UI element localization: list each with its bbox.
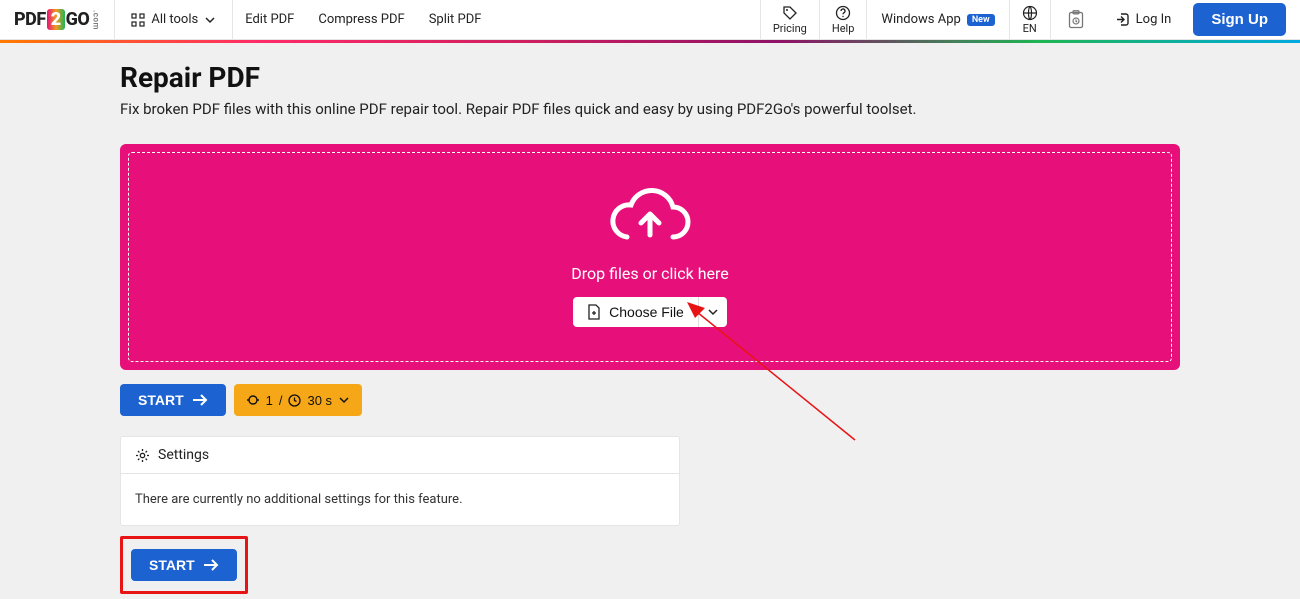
login-label: Log In bbox=[1136, 12, 1172, 27]
lang-label: EN bbox=[1023, 22, 1037, 35]
settings-label: Settings bbox=[158, 447, 209, 463]
nav-split-pdf[interactable]: Split PDF bbox=[417, 0, 494, 39]
timer-sep: / bbox=[279, 393, 283, 408]
all-tools-menu[interactable]: All tools bbox=[115, 0, 233, 39]
nav-language[interactable]: EN bbox=[1009, 0, 1050, 39]
start-button-top[interactable]: START bbox=[120, 384, 226, 416]
page-title: Repair PDF bbox=[120, 61, 1180, 94]
clipboard-icon bbox=[1067, 10, 1085, 30]
badge-new: New bbox=[967, 14, 995, 26]
login-icon bbox=[1115, 12, 1130, 27]
settings-panel: Settings There are currently no addition… bbox=[120, 436, 680, 526]
chevron-down-icon bbox=[338, 394, 350, 406]
tag-icon bbox=[782, 5, 798, 21]
nav-clipboard[interactable] bbox=[1050, 0, 1101, 39]
cloud-upload-icon bbox=[605, 187, 695, 252]
dropzone-text: Drop files or click here bbox=[571, 264, 729, 283]
loop-icon bbox=[246, 394, 260, 406]
help-label: Help bbox=[832, 22, 855, 35]
start-label: START bbox=[138, 392, 184, 408]
timer-count: 1 bbox=[266, 393, 273, 408]
chevron-down-icon bbox=[707, 306, 719, 318]
page-subtitle: Fix broken PDF files with this online PD… bbox=[120, 100, 1180, 118]
timer-value: 30 s bbox=[307, 393, 332, 408]
timer-button[interactable]: 1 / 30 s bbox=[234, 384, 362, 416]
logo-pdf: PDF bbox=[14, 9, 46, 30]
start-button-bottom[interactable]: START bbox=[131, 549, 237, 581]
start-label: START bbox=[149, 557, 195, 573]
choose-file-dropdown[interactable] bbox=[698, 297, 727, 327]
dropzone[interactable]: Drop files or click here Choose File bbox=[128, 152, 1172, 362]
nav-windows-app[interactable]: Windows App New bbox=[866, 0, 1008, 39]
logo-go: GO bbox=[66, 9, 90, 30]
nav-edit-pdf[interactable]: Edit PDF bbox=[233, 0, 306, 39]
logo[interactable]: PDF 2 GO .com bbox=[0, 0, 115, 39]
annotation-highlight-box: START bbox=[120, 536, 248, 594]
chevron-down-icon bbox=[204, 14, 216, 26]
logo-com: .com bbox=[91, 10, 100, 30]
nav-help[interactable]: Help bbox=[819, 0, 867, 39]
top-nav: PDF 2 GO .com All tools Edit PDF Compres… bbox=[0, 0, 1300, 40]
settings-header: Settings bbox=[121, 437, 679, 474]
nav-compress-pdf[interactable]: Compress PDF bbox=[306, 0, 416, 39]
globe-icon bbox=[1022, 5, 1038, 21]
file-plus-icon bbox=[587, 304, 601, 320]
clock-icon bbox=[288, 394, 301, 407]
nav-pricing[interactable]: Pricing bbox=[760, 0, 819, 39]
signup-button[interactable]: Sign Up bbox=[1193, 3, 1286, 36]
choose-file-label: Choose File bbox=[609, 304, 684, 320]
pricing-label: Pricing bbox=[773, 22, 807, 35]
dropzone-container: Drop files or click here Choose File bbox=[120, 144, 1180, 370]
grid-icon bbox=[131, 13, 145, 27]
windows-app-label: Windows App bbox=[881, 12, 960, 27]
nav-login[interactable]: Log In bbox=[1101, 0, 1186, 39]
choose-file-button[interactable]: Choose File bbox=[573, 297, 698, 327]
arrow-right-icon bbox=[192, 393, 208, 407]
all-tools-label: All tools bbox=[151, 12, 198, 27]
gear-icon bbox=[135, 448, 150, 463]
logo-two: 2 bbox=[47, 9, 65, 30]
arrow-right-icon bbox=[203, 558, 219, 572]
settings-body: There are currently no additional settin… bbox=[121, 474, 679, 525]
help-icon bbox=[835, 5, 851, 21]
